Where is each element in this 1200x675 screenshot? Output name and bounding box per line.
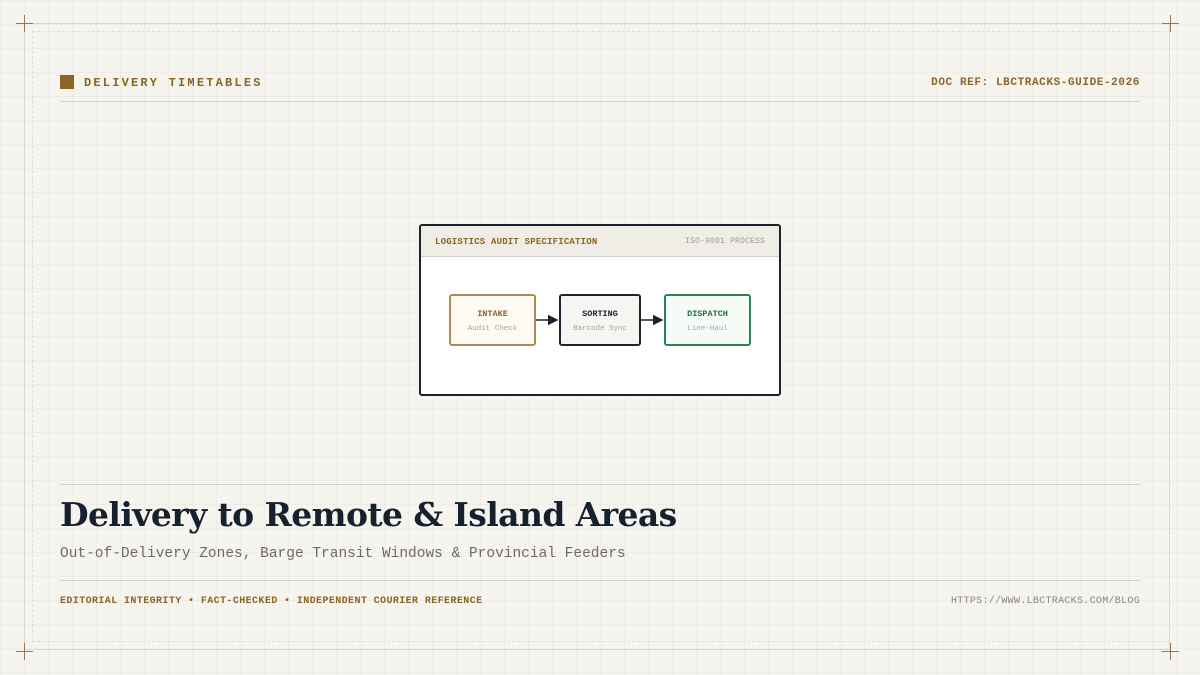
footer-tagline: EDITORIAL INTEGRITY • FACT-CHECKED • IND… — [60, 596, 483, 607]
section-square-icon — [60, 75, 74, 89]
page-subtitle: Out-of-Delivery Zones, Barge Transit Win… — [60, 546, 626, 562]
page-header: DELIVERY TIMETABLES DOC REF: LBCTRACKS-G… — [60, 73, 1140, 102]
process-diagram-card: LOGISTICS AUDIT SPECIFICATION ISO-9001 P… — [419, 224, 781, 396]
page-title: Delivery to Remote & Island Areas — [60, 495, 677, 534]
flow-arrows — [536, 314, 664, 326]
footer-url: HTTPS://WWW.LBCTRACKS.COM/BLOG — [950, 596, 1140, 607]
corner-crosshair-icon — [16, 643, 33, 660]
corner-crosshair-icon — [1162, 15, 1179, 32]
divider — [60, 580, 1140, 581]
divider — [60, 484, 1140, 485]
corner-crosshair-icon — [1162, 643, 1179, 660]
corner-crosshair-icon — [16, 15, 33, 32]
section-label: DELIVERY TIMETABLES — [84, 76, 263, 90]
doc-ref: DOC REF: LBCTRACKS-GUIDE-2026 — [931, 77, 1140, 89]
